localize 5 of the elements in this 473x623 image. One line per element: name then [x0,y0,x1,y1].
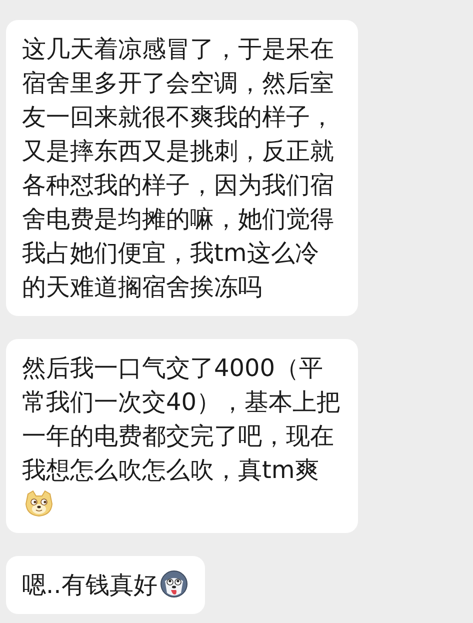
message-text: 然后我一口气交了4000（平常我们一次交40），基本上把一年的电费都交完了吧，现在我想怎么吹怎么吹，真tm爽 [22,354,341,484]
dog-face-icon [24,488,54,518]
husky-face-icon [159,569,190,599]
message-text: 这几天着凉感冒了，于是呆在宿舍里多开了会空调，然后室友一回来就很不爽我的样子，又是摔东西又是挑刺，反正就各种怼我的样子，因为我们宿舍电费是均摊的嘛，她们觉得我占她们便宜，我tm这么冷的天难道搁宿舍挨冻吗 [22,35,334,301]
message-text: 嗯..有钱真好 [22,571,158,599]
